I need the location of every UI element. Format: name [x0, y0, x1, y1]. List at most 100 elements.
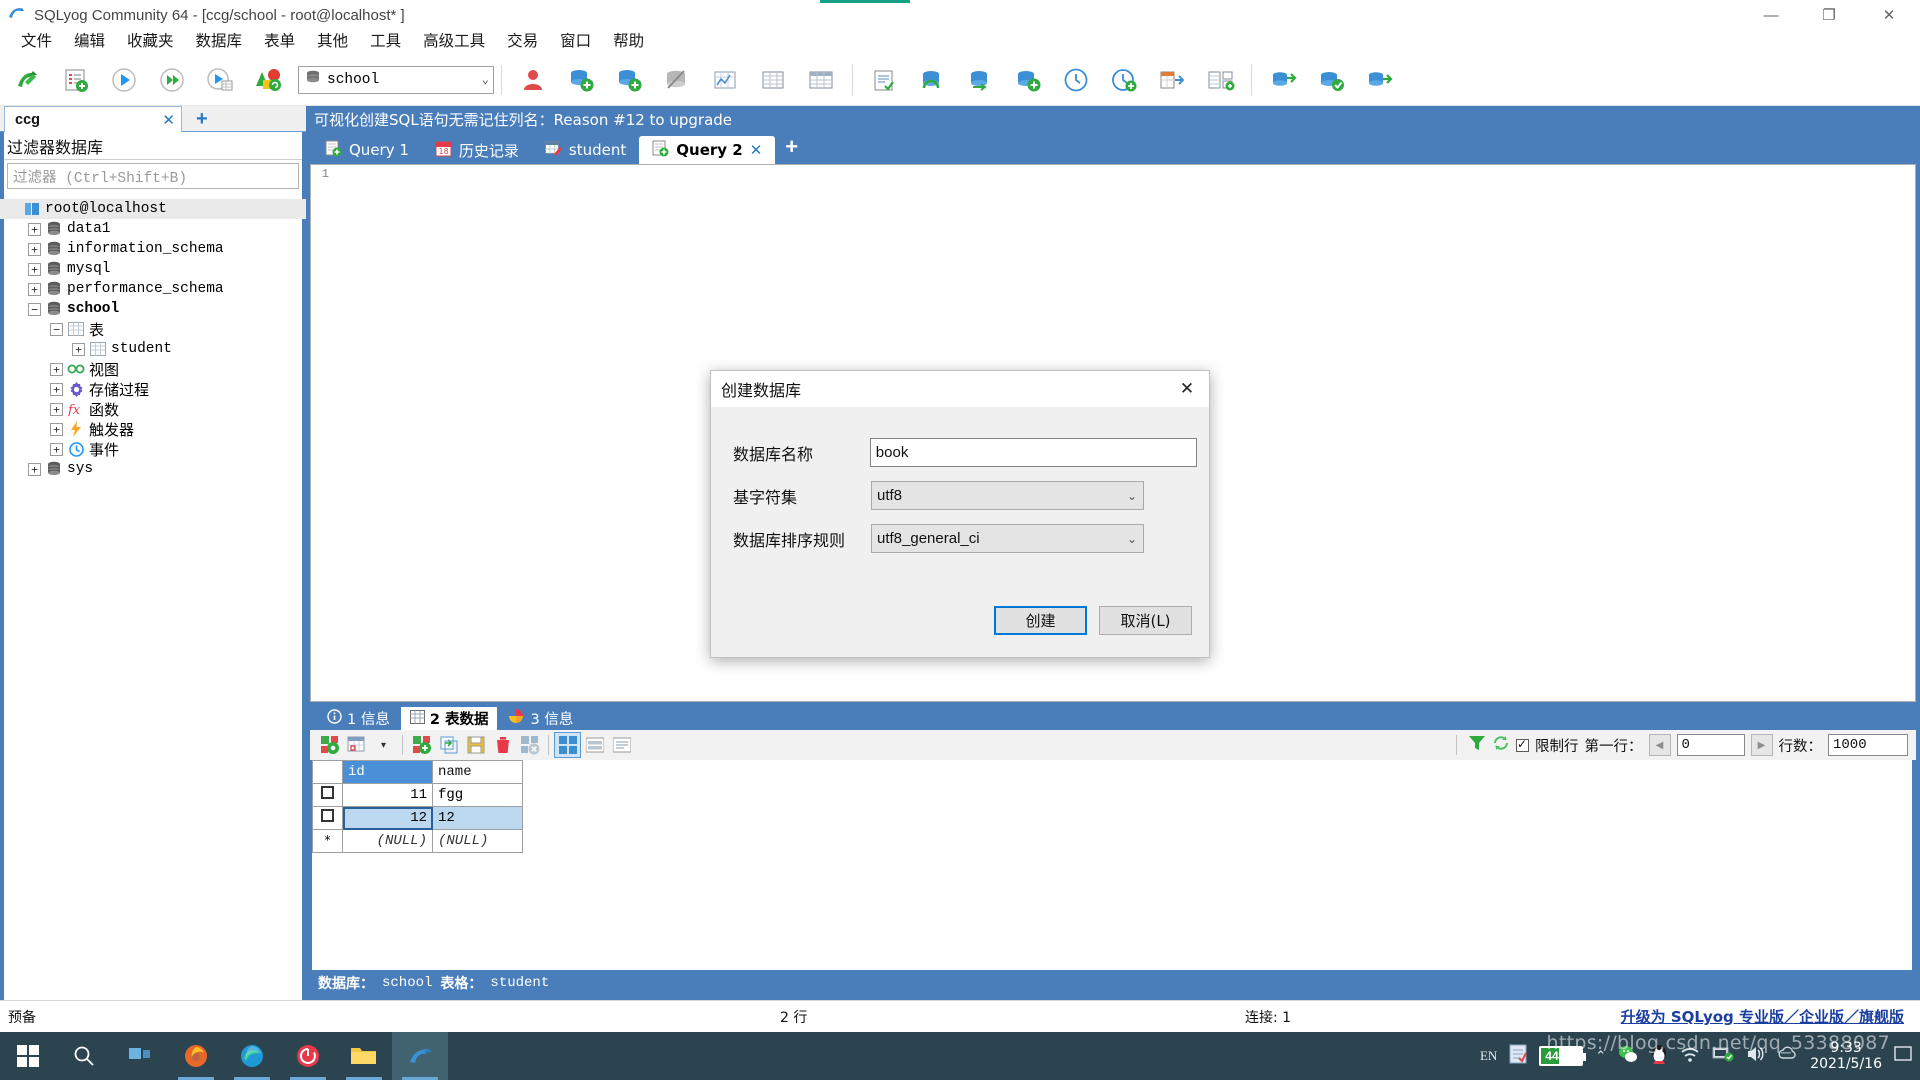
backup-database-icon[interactable] — [1004, 57, 1052, 103]
sql-formatter-icon[interactable] — [860, 57, 908, 103]
row-selector-cell[interactable] — [312, 783, 343, 807]
sqlyog-taskbar-item[interactable] — [392, 1032, 448, 1080]
menu-item-0[interactable]: 文件 — [10, 26, 63, 54]
upgrade-link[interactable]: 升级为 SQLyog 专业版／企业版／旗舰版 — [1621, 1006, 1904, 1027]
column-header-id[interactable]: id — [342, 760, 433, 784]
menu-item-3[interactable]: 数据库 — [185, 26, 254, 54]
collapse-icon[interactable]: − — [50, 322, 63, 336]
schema-sync-icon[interactable] — [956, 57, 1004, 103]
select-all-cell[interactable] — [312, 760, 343, 784]
query-tab-Query 2[interactable]: Query 2 ✕ — [639, 136, 776, 164]
tree-node-触发器[interactable]: + 触发器 — [0, 419, 306, 439]
expand-icon[interactable]: + — [28, 222, 41, 236]
first-row-input[interactable]: 0 — [1676, 734, 1745, 756]
result-tab-2[interactable]: 3 信息 — [499, 707, 582, 730]
form-view-icon[interactable] — [581, 732, 608, 758]
tree-node-视图[interactable]: + 视图 — [0, 359, 306, 379]
ime-icon[interactable] — [1509, 1044, 1528, 1069]
table-row[interactable]: * (NULL) (NULL) — [312, 829, 523, 853]
create-database-icon[interactable] — [557, 57, 605, 103]
row-selector-cell[interactable]: * — [312, 829, 343, 853]
data-grid[interactable]: id name 11 fgg 12 12 * (NULL) (NULL) — [312, 760, 1912, 956]
new-connection-icon[interactable] — [4, 57, 52, 103]
cell-id[interactable]: 11 — [342, 783, 433, 807]
checkbox-icon[interactable] — [321, 786, 334, 799]
expand-icon[interactable]: + — [28, 462, 41, 476]
import-external-data-icon[interactable] — [1148, 57, 1196, 103]
search-button[interactable] — [56, 1032, 112, 1080]
expand-icon[interactable]: + — [50, 382, 63, 396]
battery-indicator[interactable]: 44% — [1539, 1046, 1587, 1066]
tree-node-information_schema[interactable]: + information_schema — [0, 239, 306, 259]
grid-view-icon[interactable] — [554, 732, 581, 758]
refresh-objects-icon[interactable] — [244, 57, 292, 103]
expand-icon[interactable]: + — [28, 262, 41, 276]
data-export-icon[interactable] — [1259, 57, 1307, 103]
duplicate-row-icon[interactable] — [435, 732, 462, 758]
dialog-close-icon[interactable]: ✕ — [1165, 371, 1209, 407]
collation-select[interactable]: utf8_general_ci ⌄ — [871, 524, 1144, 553]
volume-icon[interactable] — [1746, 1045, 1766, 1068]
collapse-icon[interactable]: − — [28, 302, 41, 316]
edge-taskbar-item[interactable] — [224, 1032, 280, 1080]
charset-select[interactable]: utf8 ⌄ — [871, 481, 1144, 510]
table-structure-icon[interactable] — [797, 57, 845, 103]
result-tab-1[interactable]: 2 表数据 — [400, 707, 498, 730]
insert-row-icon[interactable] — [408, 732, 435, 758]
wechat-icon[interactable] — [1618, 1044, 1638, 1069]
cell-name[interactable]: fgg — [432, 783, 523, 807]
app-taskbar-item[interactable] — [280, 1032, 336, 1080]
limit-rows-checkbox[interactable] — [1516, 737, 1529, 752]
network-icon[interactable] — [1712, 1045, 1734, 1068]
firefox-taskbar-item[interactable] — [168, 1032, 224, 1080]
funnel-icon[interactable] — [1468, 734, 1486, 756]
copy-database-icon[interactable] — [1196, 57, 1244, 103]
tree-node-performance_schema[interactable]: + performance_schema — [0, 279, 306, 299]
tree-node-student[interactable]: + student — [0, 339, 306, 359]
text-view-icon[interactable] — [608, 732, 635, 758]
column-header-name[interactable]: name — [432, 760, 523, 784]
query-tab-历史记录[interactable]: 18 历史记录 — [422, 136, 532, 164]
create-button[interactable]: 创建 — [994, 606, 1087, 635]
expand-icon[interactable]: + — [28, 282, 41, 296]
row-count-input[interactable]: 1000 — [1828, 734, 1908, 756]
add-connection-tab-button[interactable]: + — [196, 108, 208, 131]
cell-id[interactable]: (NULL) — [342, 829, 433, 853]
user-manager-icon[interactable] — [509, 57, 557, 103]
tree-node-存储过程[interactable]: + 存储过程 — [0, 379, 306, 399]
expand-icon[interactable]: + — [72, 342, 85, 356]
save-changes-icon[interactable] — [462, 732, 489, 758]
table-row[interactable]: 11 fgg — [312, 783, 523, 807]
close-icon[interactable]: ✕ — [750, 141, 763, 159]
database-selector[interactable]: school ⌄ — [298, 65, 494, 94]
explorer-taskbar-item[interactable] — [336, 1032, 392, 1080]
scheduled-task-icon[interactable] — [1100, 57, 1148, 103]
sync-data-icon[interactable] — [908, 57, 956, 103]
chevron-up-icon[interactable]: ⌃ — [1595, 1048, 1606, 1064]
chevron-down-icon[interactable]: ▾ — [370, 732, 397, 758]
tree-node-sys[interactable]: + sys — [0, 459, 306, 479]
cell-name[interactable]: (NULL) — [432, 829, 523, 853]
expand-icon[interactable]: + — [28, 242, 41, 256]
expand-icon[interactable]: + — [50, 422, 63, 436]
filter-input[interactable]: 过滤器 (Ctrl+Shift+B) — [7, 163, 299, 189]
new-query-icon[interactable] — [52, 57, 100, 103]
tree-node-mysql[interactable]: + mysql — [0, 259, 306, 279]
tree-node-school[interactable]: − school — [0, 299, 306, 319]
menu-item-9[interactable]: 窗口 — [549, 26, 602, 54]
database-name-input[interactable]: book — [869, 438, 1197, 467]
execute-to-grid-icon[interactable] — [196, 57, 244, 103]
execute-query-icon[interactable] — [100, 57, 148, 103]
task-view-button[interactable] — [112, 1032, 168, 1080]
delete-row-icon[interactable] — [489, 732, 516, 758]
expand-icon[interactable]: + — [50, 442, 63, 456]
wifi-icon[interactable] — [1680, 1045, 1700, 1068]
column-filter-icon[interactable] — [343, 732, 370, 758]
table-data-icon[interactable] — [749, 57, 797, 103]
cancel-edit-icon[interactable] — [516, 732, 543, 758]
clock[interactable]: 9:33 2021/5/16 — [1810, 1040, 1882, 1072]
tree-node-函数[interactable]: + fx 函数 — [0, 399, 306, 419]
query-tab-student[interactable]: student — [532, 136, 639, 164]
create-table-icon[interactable] — [605, 57, 653, 103]
scheduled-backup-icon[interactable] — [1052, 57, 1100, 103]
